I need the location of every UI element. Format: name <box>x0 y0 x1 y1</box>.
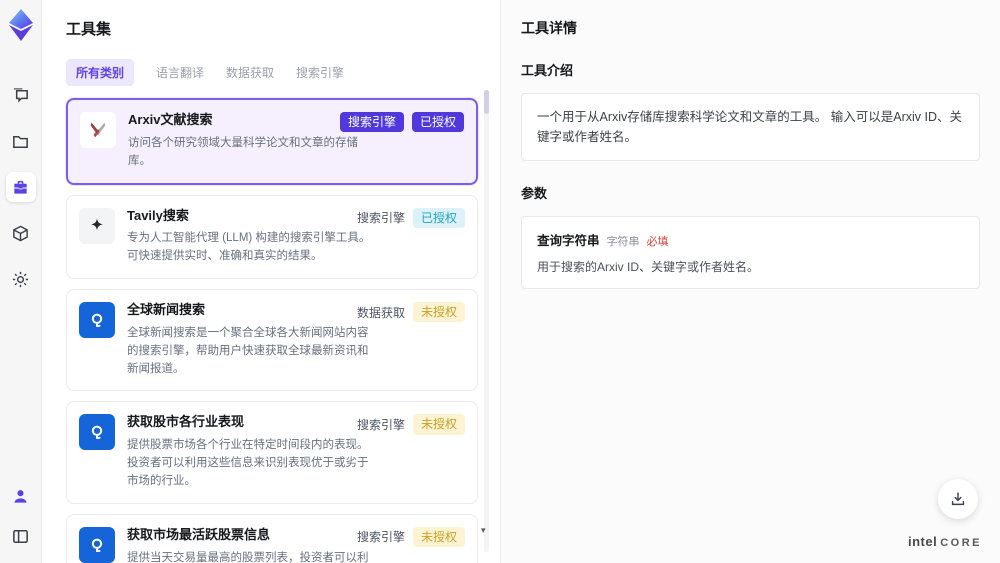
tool-card-tavily[interactable]: Tavily搜索 专为人工智能代理 (LLM) 构建的搜索引擎工具。可快速提供实… <box>66 194 478 280</box>
tool-name: 全球新闻搜索 <box>127 302 206 318</box>
auth-status-badge: 未授权 <box>412 526 465 548</box>
user-icon[interactable] <box>6 481 36 511</box>
tool-card-most-active-stocks[interactable]: 获取市场最活跃股票信息 提供当天交易量最高的股票列表，投资者可以利用这些信息来识… <box>66 513 478 563</box>
tool-name: Tavily搜索 <box>127 207 189 223</box>
tool-name: 获取股市各行业表现 <box>127 414 245 430</box>
sparkle-logo-icon <box>79 207 115 244</box>
tool-name: 获取市场最活跃股票信息 <box>127 526 271 542</box>
param-required-flag: 必填 <box>646 236 669 248</box>
detail-title: 工具详情 <box>521 20 577 36</box>
brand-core-text: CORE <box>940 537 982 549</box>
scrollbar-thumb[interactable] <box>484 90 489 114</box>
tool-desc: 访问各个研究领域大量科学论文和文章的存储库。 <box>128 136 358 167</box>
list-scrollbar[interactable]: ▾ <box>481 90 489 552</box>
toolbox-icon[interactable] <box>5 172 36 202</box>
category-tabs: 所有类别 语言翻译 数据获取 搜索引擎 <box>66 59 500 86</box>
param-type: 字符串 <box>606 236 640 248</box>
brand-intel-text: intel <box>907 534 938 549</box>
category-label: 搜索引擎 <box>356 530 405 545</box>
gear-icon[interactable] <box>6 264 36 294</box>
folder-icon[interactable] <box>6 126 36 156</box>
auth-status-badge: 未授权 <box>412 302 465 323</box>
tool-desc: 全球新闻搜索是一个聚合全球各大新闻网站内容的搜索引擎，帮助用户快速获取全球最新资… <box>127 326 369 375</box>
package-icon[interactable] <box>6 218 36 248</box>
param-desc: 用于搜索的Arxiv ID、关键字或作者姓名。 <box>537 260 760 274</box>
auth-status-badge: 已授权 <box>412 207 465 228</box>
app-logo-gem-icon <box>6 8 36 42</box>
tab-language-translation[interactable]: 语言翻译 <box>156 59 204 86</box>
tool-desc: 提供当天交易量最高的股票列表，投资者可以利用这些信息来识别流动性强的股票和潜在的… <box>127 551 369 563</box>
intro-heading: 工具介绍 <box>521 63 574 78</box>
auth-status-badge: 已授权 <box>411 112 464 133</box>
tool-detail-panel: 工具详情 工具介绍 一个用于从Arxiv存储库搜索科学论文和文章的工具。 输入可… <box>500 0 1000 563</box>
rail-bottom <box>6 481 36 551</box>
intro-text: 一个用于从Arxiv存储库搜索科学论文和文章的工具。 输入可以是Arxiv ID… <box>537 110 963 144</box>
left-rail <box>0 0 42 563</box>
tab-data-fetching[interactable]: 数据获取 <box>226 59 274 86</box>
chat-icon[interactable] <box>6 80 36 110</box>
params-heading: 参数 <box>521 186 548 201</box>
tab-search-engine[interactable]: 搜索引擎 <box>296 59 344 86</box>
page-title: 工具集 <box>66 21 112 38</box>
category-label: 数据获取 <box>356 305 405 320</box>
category-label: 搜索引擎 <box>356 211 405 226</box>
tab-all-categories[interactable]: 所有类别 <box>66 59 135 86</box>
category-label: 搜索引擎 <box>356 418 405 433</box>
blue-search-logo-icon <box>79 526 115 563</box>
blue-search-logo-icon <box>79 302 115 339</box>
download-button[interactable] <box>938 479 978 519</box>
app-window: 工具集 所有类别 语言翻译 数据获取 搜索引擎 Arxiv文献搜索 访问各个研究… <box>0 0 1000 563</box>
intro-box: 一个用于从Arxiv存储库搜索科学论文和文章的工具。 输入可以是Arxiv ID… <box>521 93 980 161</box>
tool-list-panel: 工具集 所有类别 语言翻译 数据获取 搜索引擎 Arxiv文献搜索 访问各个研究… <box>42 0 500 563</box>
tool-desc: 提供股票市场各个行业在特定时间段内的表现。投资者可以利用这些信息来识别表现优于或… <box>127 439 369 487</box>
rail-nav <box>5 80 36 294</box>
panel-collapse-icon[interactable] <box>6 521 36 551</box>
category-badge: 搜索引擎 <box>339 112 404 133</box>
tool-desc: 专为人工智能代理 (LLM) 构建的搜索引擎工具。可快速提供实时、准确和真实的结… <box>127 232 371 263</box>
scrollbar-down-arrow-icon[interactable]: ▾ <box>481 525 486 536</box>
tool-card-sector-performance[interactable]: 获取股市各行业表现 提供股票市场各个行业在特定时间段内的表现。投资者可以利用这些… <box>66 401 478 504</box>
blue-search-logo-icon <box>79 414 115 451</box>
param-box: 查询字符串 字符串 必填 用于搜索的Arxiv ID、关键字或作者姓名。 <box>521 216 980 289</box>
tool-card-global-news[interactable]: 全球新闻搜索 全球新闻搜索是一个聚合全球各大新闻网站内容的搜索引擎，帮助用户快速… <box>66 289 478 392</box>
tool-card-arxiv[interactable]: Arxiv文献搜索 访问各个研究领域大量科学论文和文章的存储库。 搜索引擎 已授… <box>66 98 478 185</box>
arxiv-logo-icon <box>80 112 116 148</box>
tool-name: Arxiv文献搜索 <box>128 112 213 127</box>
tool-list: Arxiv文献搜索 访问各个研究领域大量科学论文和文章的存储库。 搜索引擎 已授… <box>66 98 478 563</box>
auth-status-badge: 未授权 <box>412 414 465 435</box>
intel-core-logo: intel CORE <box>908 534 982 549</box>
param-name: 查询字符串 <box>537 234 600 248</box>
